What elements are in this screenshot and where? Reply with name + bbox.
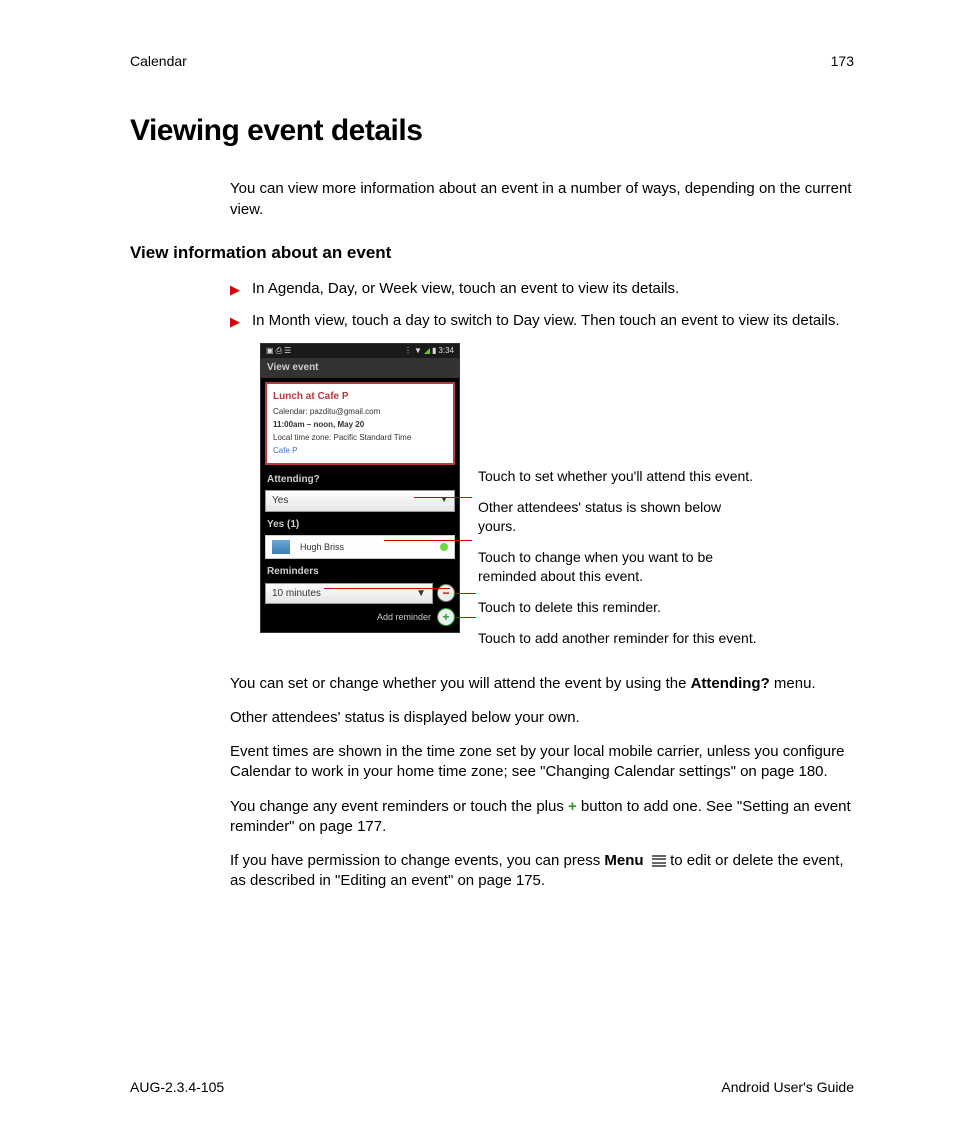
annotation-attending: Touch to set whether you'll attend this …	[478, 467, 758, 486]
status-right-icons: ⋮▼◢▮3:34	[403, 346, 455, 357]
plus-icon: +	[568, 798, 577, 815]
annotation-reminder-change: Touch to change when you want to be remi…	[478, 548, 758, 586]
page-title: Viewing event details	[130, 111, 854, 152]
body-paragraph: Event times are shown in the time zone s…	[230, 742, 854, 783]
timezone-label: Local time zone: Pacific Standard Time	[273, 433, 447, 444]
status-bar: ▣⎙☰ ⋮▼◢▮3:34	[261, 344, 459, 358]
attendee-row: Hugh Briss	[265, 535, 455, 559]
reminders-label: Reminders	[261, 561, 459, 581]
avatar	[272, 540, 290, 554]
figure-area: ▣⎙☰ ⋮▼◢▮3:34 View event Lunch at Cafe P …	[260, 343, 854, 659]
header-chapter: Calendar	[130, 52, 187, 71]
bullet-text: In Agenda, Day, or Week view, touch an e…	[252, 279, 679, 299]
menu-icon	[652, 853, 666, 869]
menu-bold: Menu	[604, 852, 643, 869]
status-dot-icon	[440, 543, 448, 551]
attending-value: Yes	[272, 494, 288, 508]
phone-screenshot: ▣⎙☰ ⋮▼◢▮3:34 View event Lunch at Cafe P …	[260, 343, 460, 633]
footer-doc-id: AUG-2.3.4-105	[130, 1078, 224, 1097]
status-time: 3:34	[438, 346, 454, 355]
body-paragraph: You can set or change whether you will a…	[230, 674, 854, 694]
annotation-add-reminder: Touch to add another reminder for this e…	[478, 629, 758, 648]
event-time: 11:00am – noon, May 20	[273, 420, 447, 431]
event-title: Lunch at Cafe P	[273, 390, 447, 404]
annotation-column: Touch to set whether you'll attend this …	[478, 343, 758, 659]
section-heading: View information about an event	[130, 242, 854, 265]
triangle-icon: ▶	[230, 313, 240, 331]
annotation-attendee-status: Other attendees' status is shown below y…	[478, 499, 721, 534]
add-reminder-label: Add reminder	[377, 611, 431, 623]
event-location: Cafe P	[273, 446, 447, 457]
screen-title-bar: View event	[261, 358, 459, 378]
page-header: Calendar 173	[130, 52, 854, 71]
attending-menu-bold: Attending?	[691, 675, 770, 692]
bullet-item: ▶ In Month view, touch a day to switch t…	[230, 311, 854, 331]
attending-dropdown[interactable]: Yes ▼	[265, 490, 455, 512]
attendee-name: Hugh Briss	[300, 541, 344, 553]
header-page-number: 173	[831, 52, 854, 71]
event-card: Lunch at Cafe P Calendar: pazditu@gmail.…	[265, 382, 455, 465]
page-footer: AUG-2.3.4-105 Android User's Guide	[130, 1078, 854, 1097]
reminder-value: 10 minutes	[272, 587, 321, 601]
attending-label: Attending?	[261, 469, 459, 489]
add-reminder-button[interactable]: +	[437, 608, 455, 626]
annotation-delete-reminder: Touch to delete this reminder.	[478, 598, 758, 617]
body-paragraph: If you have permission to change events,…	[230, 851, 854, 892]
chevron-down-icon: ▼	[416, 587, 426, 601]
reminder-dropdown[interactable]: 10 minutes ▼	[265, 583, 433, 605]
status-left-icons: ▣⎙☰	[265, 346, 292, 357]
bullet-item: ▶ In Agenda, Day, or Week view, touch an…	[230, 279, 854, 299]
footer-guide-name: Android User's Guide	[721, 1078, 854, 1097]
yes-count-label: Yes (1)	[261, 514, 459, 534]
plus-icon: +	[442, 609, 449, 625]
body-paragraph: Other attendees' status is displayed bel…	[230, 708, 854, 728]
add-reminder-row: Add reminder +	[265, 608, 455, 626]
triangle-icon: ▶	[230, 281, 240, 299]
body-paragraph: You change any event reminders or touch …	[230, 797, 854, 838]
bullet-text: In Month view, touch a day to switch to …	[252, 311, 840, 331]
reminder-row: 10 minutes ▼ −	[265, 583, 455, 605]
calendar-label: Calendar: pazditu@gmail.com	[273, 407, 447, 418]
intro-paragraph: You can view more information about an e…	[230, 179, 854, 220]
